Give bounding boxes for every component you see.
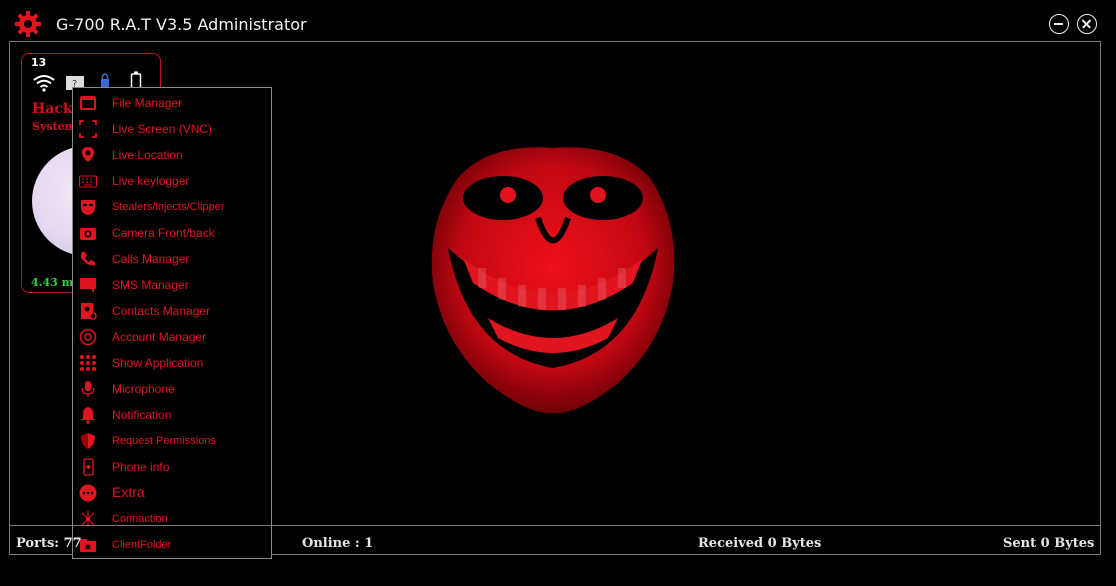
- menu-item-file-manager[interactable]: File Manager: [73, 90, 271, 116]
- phone-info-icon: [83, 458, 94, 476]
- context-menu: File Manager Live Screen (VNC) Live Loca…: [72, 87, 272, 559]
- keyboard-icon: [79, 175, 97, 188]
- camera-icon: [80, 228, 96, 240]
- sent-status: Sent 0 Bytes: [1003, 536, 1095, 551]
- mask-icon: [81, 200, 95, 215]
- wifi-icon: [33, 75, 55, 92]
- menu-item-live-location[interactable]: Live Location: [73, 142, 271, 168]
- menu-item-live-screen[interactable]: Live Screen (VNC): [73, 116, 271, 142]
- screen-capture-icon: [79, 120, 97, 138]
- contacts-icon: [81, 303, 97, 320]
- menu-item-extra[interactable]: Extra: [73, 480, 271, 506]
- menu-item-stealers[interactable]: Stealers/injects/Clipper: [73, 194, 271, 220]
- title-bar: G-700 R.A.T V3.5 Administrator: [0, 0, 1116, 42]
- more-icon: [79, 484, 97, 502]
- bell-icon: [81, 407, 95, 424]
- window-title: G-700 R.A.T V3.5 Administrator: [56, 15, 307, 34]
- menu-item-phone-info[interactable]: Phone info: [73, 454, 271, 480]
- status-bar: Ports: 77 Online : 1 Received 0 Bytes Se…: [9, 525, 1101, 555]
- received-status: Received 0 Bytes: [698, 536, 822, 551]
- menu-item-show-application[interactable]: Show Application: [73, 350, 271, 376]
- ports-status: Ports: 77: [16, 536, 82, 551]
- sms-icon: [80, 278, 96, 293]
- microphone-icon: [81, 381, 95, 397]
- location-pin-icon: [82, 147, 94, 162]
- close-button[interactable]: [1077, 14, 1097, 34]
- minimize-button[interactable]: [1049, 14, 1069, 34]
- menu-item-camera[interactable]: Camera Front/back: [73, 220, 271, 246]
- phone-icon: [81, 252, 95, 266]
- client-system: System: [32, 120, 77, 133]
- client-count: 13: [31, 56, 47, 69]
- gear-icon[interactable]: [14, 10, 42, 38]
- menu-item-contacts-manager[interactable]: Contacts Manager: [73, 298, 271, 324]
- menu-item-account-manager[interactable]: Account Manager: [73, 324, 271, 350]
- at-icon: [79, 328, 97, 346]
- grid-icon: [80, 355, 96, 371]
- menu-item-calls-manager[interactable]: Calls Manager: [73, 246, 271, 272]
- online-status: Online : 1: [302, 536, 374, 551]
- menu-item-sms-manager[interactable]: SMS Manager: [73, 272, 271, 298]
- menu-item-microphone[interactable]: Microphone: [73, 376, 271, 402]
- menu-item-request-permissions[interactable]: Request Permissions: [73, 428, 271, 454]
- menu-item-live-keylogger[interactable]: Live keylogger: [73, 168, 271, 194]
- file-manager-icon: [80, 96, 96, 110]
- evil-grin-logo: [431, 147, 675, 414]
- menu-item-notification[interactable]: Notification: [73, 402, 271, 428]
- shield-icon: [81, 433, 95, 449]
